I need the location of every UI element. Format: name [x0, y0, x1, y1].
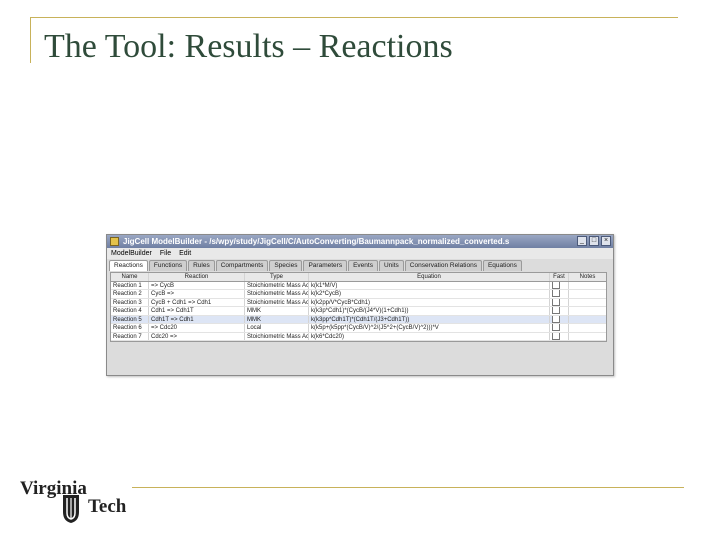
- cell-equation[interactable]: k(k3pp*Cdh1T)*(Cdh1T/(J3+Cdh1T)): [309, 315, 550, 323]
- cell-name[interactable]: Reaction 5: [111, 315, 149, 323]
- window-titlebar: JigCell ModelBuilder - /s/wpy/study/JigC…: [107, 235, 613, 248]
- cell-reaction[interactable]: CycB =>: [149, 290, 245, 298]
- window-controls: _ □ ×: [577, 236, 611, 246]
- tab-functions[interactable]: Functions: [148, 260, 188, 271]
- column-header-type[interactable]: Type: [245, 273, 309, 281]
- cell-equation[interactable]: k(k5p+(k5pp*(CycB/V)^2/(J5^2+(CycB/V)^2)…: [309, 324, 550, 332]
- cell-type[interactable]: Stoichiometric Mass Action: [245, 298, 309, 306]
- cell-name[interactable]: Reaction 6: [111, 324, 149, 332]
- cell-notes[interactable]: [569, 282, 606, 290]
- logo-text-tech: Tech: [88, 496, 127, 517]
- cell-name[interactable]: Reaction 2: [111, 290, 149, 298]
- table-row[interactable]: Reaction 3 CycB + Cdh1 => Cdh1 Stoichiom…: [111, 298, 606, 307]
- cell-fast: [550, 298, 569, 306]
- fast-checkbox[interactable]: [552, 332, 560, 340]
- cell-type[interactable]: Stoichiometric Mass Action: [245, 281, 309, 289]
- cell-equation[interactable]: k(k6*Cdc20): [309, 332, 550, 340]
- fast-checkbox[interactable]: [552, 281, 560, 289]
- cell-name[interactable]: Reaction 3: [111, 298, 149, 306]
- cell-type[interactable]: MMK: [245, 307, 309, 315]
- tab-rules[interactable]: Rules: [188, 260, 215, 271]
- app-icon: [110, 237, 119, 246]
- cell-type[interactable]: Stoichiometric Mass Action: [245, 332, 309, 340]
- cell-fast: [550, 307, 569, 315]
- table-row[interactable]: Reaction 1 => CycB Stoichiometric Mass A…: [111, 281, 606, 290]
- cell-notes[interactable]: [569, 290, 606, 298]
- cell-reaction[interactable]: => CycB: [149, 281, 245, 289]
- cell-equation[interactable]: k(k3p*Cdh1)*(CycB/(J4*V)(1+Cdh1)): [309, 307, 550, 315]
- tab-reactions[interactable]: Reactions: [109, 260, 148, 271]
- table-row[interactable]: Reaction 2 CycB => Stoichiometric Mass A…: [111, 290, 606, 299]
- cell-name[interactable]: Reaction 4: [111, 307, 149, 315]
- menu-item-file[interactable]: File: [160, 248, 171, 259]
- column-header-fast[interactable]: Fast: [550, 273, 569, 281]
- cell-fast: [550, 324, 569, 332]
- cell-notes[interactable]: [569, 333, 606, 341]
- cell-reaction[interactable]: Cdh1 => Cdh1T: [149, 307, 245, 315]
- table-header-row: Name Reaction Type Equation Fast Notes: [111, 273, 606, 282]
- window-title: JigCell ModelBuilder - /s/wpy/study/JigC…: [123, 237, 510, 246]
- cell-type[interactable]: Local: [245, 324, 309, 332]
- top-rule-vertical: [30, 17, 31, 63]
- cell-equation[interactable]: k(k2*CycB): [309, 290, 550, 298]
- bottom-rule: [132, 487, 684, 488]
- fast-checkbox[interactable]: [552, 307, 560, 314]
- table-row[interactable]: Reaction 4 Cdh1 => Cdh1T MMK k(k3p*Cdh1)…: [111, 307, 606, 316]
- cell-notes[interactable]: [569, 324, 606, 332]
- cell-notes[interactable]: [569, 316, 606, 324]
- cell-type[interactable]: MMK: [245, 315, 309, 323]
- fast-checkbox[interactable]: [552, 290, 560, 297]
- menu-item-modelbuilder[interactable]: ModelBuilder: [111, 248, 152, 259]
- top-rule-horizontal: [30, 17, 678, 18]
- cell-fast: [550, 281, 569, 289]
- menu-item-edit[interactable]: Edit: [179, 248, 191, 259]
- cell-reaction[interactable]: => Cdc20: [149, 324, 245, 332]
- table-row[interactable]: Reaction 7 Cdc20 => Stoichiometric Mass …: [111, 332, 606, 341]
- tab-parameters[interactable]: Parameters: [303, 260, 348, 271]
- maximize-icon[interactable]: □: [589, 236, 599, 246]
- reactions-table: Name Reaction Type Equation Fast Notes R…: [110, 272, 607, 342]
- cell-equation[interactable]: k(k1*M/V): [309, 281, 550, 289]
- cell-type[interactable]: Stoichiometric Mass Action: [245, 290, 309, 298]
- column-header-reaction[interactable]: Reaction: [149, 273, 245, 281]
- column-header-notes[interactable]: Notes: [569, 273, 606, 281]
- tab-compartments[interactable]: Compartments: [215, 260, 269, 271]
- cell-name[interactable]: Reaction 7: [111, 332, 149, 340]
- column-header-name[interactable]: Name: [111, 273, 149, 281]
- app-window-screenshot: JigCell ModelBuilder - /s/wpy/study/JigC…: [106, 234, 614, 376]
- tab-events[interactable]: Events: [348, 260, 378, 271]
- shield-icon: [63, 495, 79, 523]
- cell-equation[interactable]: k(k2pp/V*CycB*Cdh1): [309, 298, 550, 306]
- slide-title: The Tool: Results – Reactions: [44, 28, 453, 65]
- cell-notes[interactable]: [569, 299, 606, 307]
- cell-reaction[interactable]: CycB + Cdh1 => Cdh1: [149, 298, 245, 306]
- table-row[interactable]: Reaction 5 Cdh1T => Cdh1 MMK k(k3pp*Cdh1…: [111, 315, 606, 324]
- cell-name[interactable]: Reaction 1: [111, 281, 149, 289]
- tab-species[interactable]: Species: [269, 260, 303, 271]
- tab-units[interactable]: Units: [378, 260, 404, 271]
- cell-reaction[interactable]: Cdc20 =>: [149, 332, 245, 340]
- cell-fast: [550, 332, 569, 340]
- fast-checkbox[interactable]: [552, 298, 560, 306]
- minimize-icon[interactable]: _: [577, 236, 587, 246]
- cell-fast: [550, 290, 569, 298]
- close-icon[interactable]: ×: [601, 236, 611, 246]
- virginia-tech-logo: Virginia Tech: [20, 478, 132, 528]
- fast-checkbox[interactable]: [552, 315, 560, 323]
- cell-fast: [550, 315, 569, 323]
- column-header-equation[interactable]: Equation: [309, 273, 550, 281]
- tab-equations[interactable]: Equations: [482, 260, 522, 271]
- tab-conservation-relations[interactable]: Conservation Relations: [404, 260, 482, 271]
- cell-notes[interactable]: [569, 307, 606, 315]
- menu-bar: ModelBuilder File Edit: [107, 248, 613, 259]
- cell-reaction[interactable]: Cdh1T => Cdh1: [149, 315, 245, 323]
- tab-strip: Reactions Functions Rules Compartments S…: [109, 260, 611, 271]
- table-row[interactable]: Reaction 6 => Cdc20 Local k(k5p+(k5pp*(C…: [111, 324, 606, 333]
- fast-checkbox[interactable]: [552, 324, 560, 331]
